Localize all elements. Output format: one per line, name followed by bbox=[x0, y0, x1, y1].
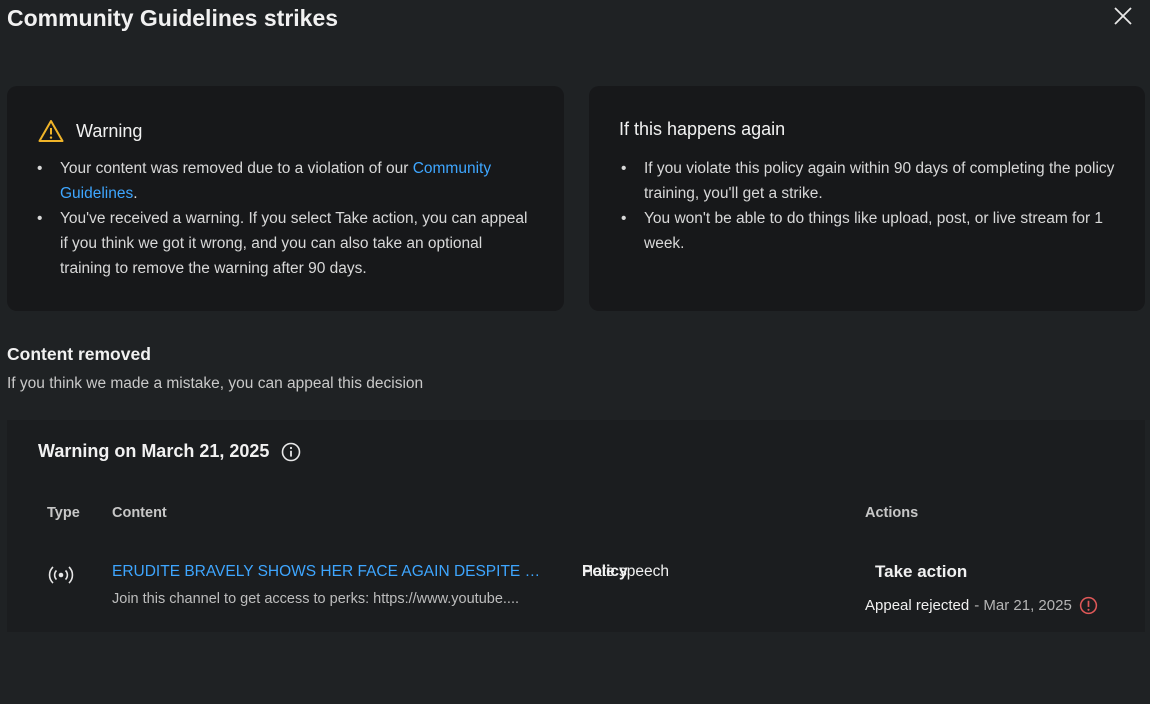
take-action-button[interactable]: Take action bbox=[875, 562, 967, 582]
warning-bullet-take-action: You've received a warning. If you select… bbox=[35, 206, 535, 281]
content-removed-subtitle: If you think we made a mistake, you can … bbox=[7, 375, 424, 392]
dialog-title: Community Guidelines strikes bbox=[7, 5, 339, 31]
warning-entry-header: Warning on March 21, 2025 bbox=[38, 441, 301, 462]
warning-icon bbox=[38, 120, 64, 142]
live-broadcast-icon bbox=[48, 566, 74, 584]
again-bullet-strike: If you violate this policy again within … bbox=[619, 156, 1119, 206]
warning-card: Warning Your content was removed due to … bbox=[7, 86, 564, 311]
column-header-content: Content bbox=[112, 505, 167, 521]
warning-card-title: Warning bbox=[76, 120, 143, 141]
content-removed-title: Content removed bbox=[7, 344, 151, 364]
appeal-status: Appeal rejected - Mar 21, 2025 bbox=[865, 596, 1098, 615]
error-info-icon[interactable] bbox=[1079, 596, 1098, 615]
close-icon[interactable] bbox=[1112, 5, 1134, 27]
warning-bullet-text: Your content was removed due to a violat… bbox=[60, 160, 413, 177]
warning-card-header: Warning bbox=[38, 119, 142, 143]
policy-value: Hate speech bbox=[582, 563, 670, 580]
content-title-link[interactable]: ERUDITE BRAVELY SHOWS HER FACE AGAIN DES… bbox=[112, 563, 547, 581]
warning-bullet-end: . bbox=[133, 185, 138, 202]
warning-bullets: Your content was removed due to a violat… bbox=[35, 156, 535, 281]
again-card-header: If this happens again bbox=[619, 119, 785, 140]
warning-bullet-removed: Your content was removed due to a violat… bbox=[35, 156, 535, 206]
appeal-date: - Mar 21, 2025 bbox=[974, 597, 1072, 614]
again-bullets: If you violate this policy again within … bbox=[619, 156, 1119, 256]
column-header-type: Type bbox=[47, 505, 80, 521]
warning-entry-panel: Warning on March 21, 2025 Type Content P… bbox=[7, 420, 1145, 632]
content-description: Join this channel to get access to perks… bbox=[112, 591, 520, 607]
info-icon[interactable] bbox=[281, 442, 301, 462]
again-bullet-restriction: You won't be able to do things like uplo… bbox=[619, 206, 1119, 256]
again-card-title: If this happens again bbox=[619, 119, 786, 139]
column-header-actions: Actions bbox=[865, 505, 919, 521]
appeal-status-label: Appeal rejected bbox=[865, 597, 970, 614]
if-this-happens-again-card: If this happens again If you violate thi… bbox=[589, 86, 1145, 311]
warning-date: Warning on March 21, 2025 bbox=[38, 441, 270, 461]
